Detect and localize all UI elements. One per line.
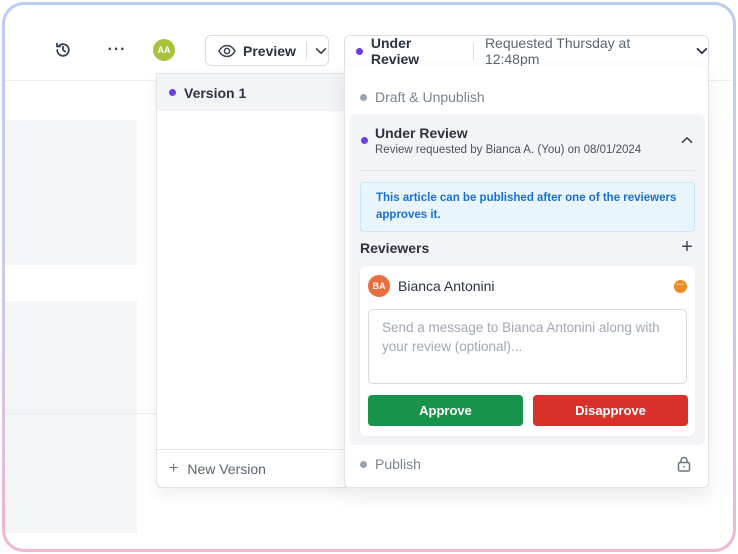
status-label: Under Review: [370, 35, 420, 67]
status-option-publish[interactable]: Publish: [345, 453, 708, 475]
avatar[interactable]: AA: [153, 39, 175, 61]
status-menu: Draft & Unpublish Under Review Review re…: [344, 66, 709, 488]
status-option-under-review: Under Review Review requested by Bianca …: [350, 114, 705, 445]
status-option-draft[interactable]: Draft & Unpublish: [345, 86, 708, 108]
lock-icon: [677, 456, 691, 472]
preview-label: Preview: [243, 42, 296, 59]
review-message-input[interactable]: [368, 309, 687, 384]
status-option-label: Publish: [375, 456, 421, 472]
plus-icon: +: [169, 459, 179, 477]
status-dropdown-button[interactable]: Under Review Requested Thursday at 12:48…: [344, 35, 709, 67]
pending-status-icon: ···: [674, 280, 687, 293]
status-dot: [356, 47, 363, 55]
divider: [360, 170, 695, 171]
preview-button[interactable]: Preview: [205, 35, 329, 66]
reviewer-name: Bianca Antonini: [398, 278, 495, 294]
chevron-down-icon[interactable]: [315, 47, 327, 55]
status-dot: [361, 137, 368, 144]
history-icon[interactable]: [53, 40, 73, 60]
version-dot: [169, 89, 176, 96]
disapprove-button[interactable]: Disapprove: [533, 395, 688, 426]
content-block: [5, 301, 137, 413]
content-block: [5, 413, 137, 533]
status-option-label: Draft & Unpublish: [375, 89, 485, 105]
reviewers-heading: Reviewers: [360, 240, 430, 256]
separator: [305, 42, 307, 59]
version-label: Version 1: [184, 84, 247, 101]
info-notice: This article can be published after one …: [360, 182, 695, 232]
under-review-subtitle: Review requested by Bianca A. (You) on 0…: [375, 144, 642, 156]
separator: [472, 42, 474, 60]
reviewer-card: BA Bianca Antonini ··· Approve Disapprov…: [360, 266, 695, 436]
eye-icon: [218, 44, 236, 57]
approve-button[interactable]: Approve: [368, 395, 523, 426]
new-version-label: New Version: [187, 460, 266, 477]
divider: [5, 413, 163, 414]
add-reviewer-icon[interactable]: +: [679, 237, 695, 257]
requested-time: Requested Thursday at 12:48pm: [484, 35, 631, 67]
avatar: BA: [368, 275, 390, 297]
status-dot: [360, 93, 367, 101]
chevron-down-icon: [696, 47, 708, 55]
under-review-title: Under Review: [375, 125, 468, 141]
status-dot: [360, 460, 367, 468]
content-block: [5, 120, 137, 265]
more-horizontal-icon[interactable]: ···: [106, 40, 128, 60]
version-item[interactable]: Version 1: [157, 74, 345, 111]
new-version-button[interactable]: + New Version: [157, 449, 345, 487]
versions-panel: Version 1 + New Version: [156, 73, 346, 488]
window-frame: ··· AA Preview Under Review Requested Th…: [2, 2, 736, 552]
chevron-up-icon[interactable]: [681, 136, 693, 144]
